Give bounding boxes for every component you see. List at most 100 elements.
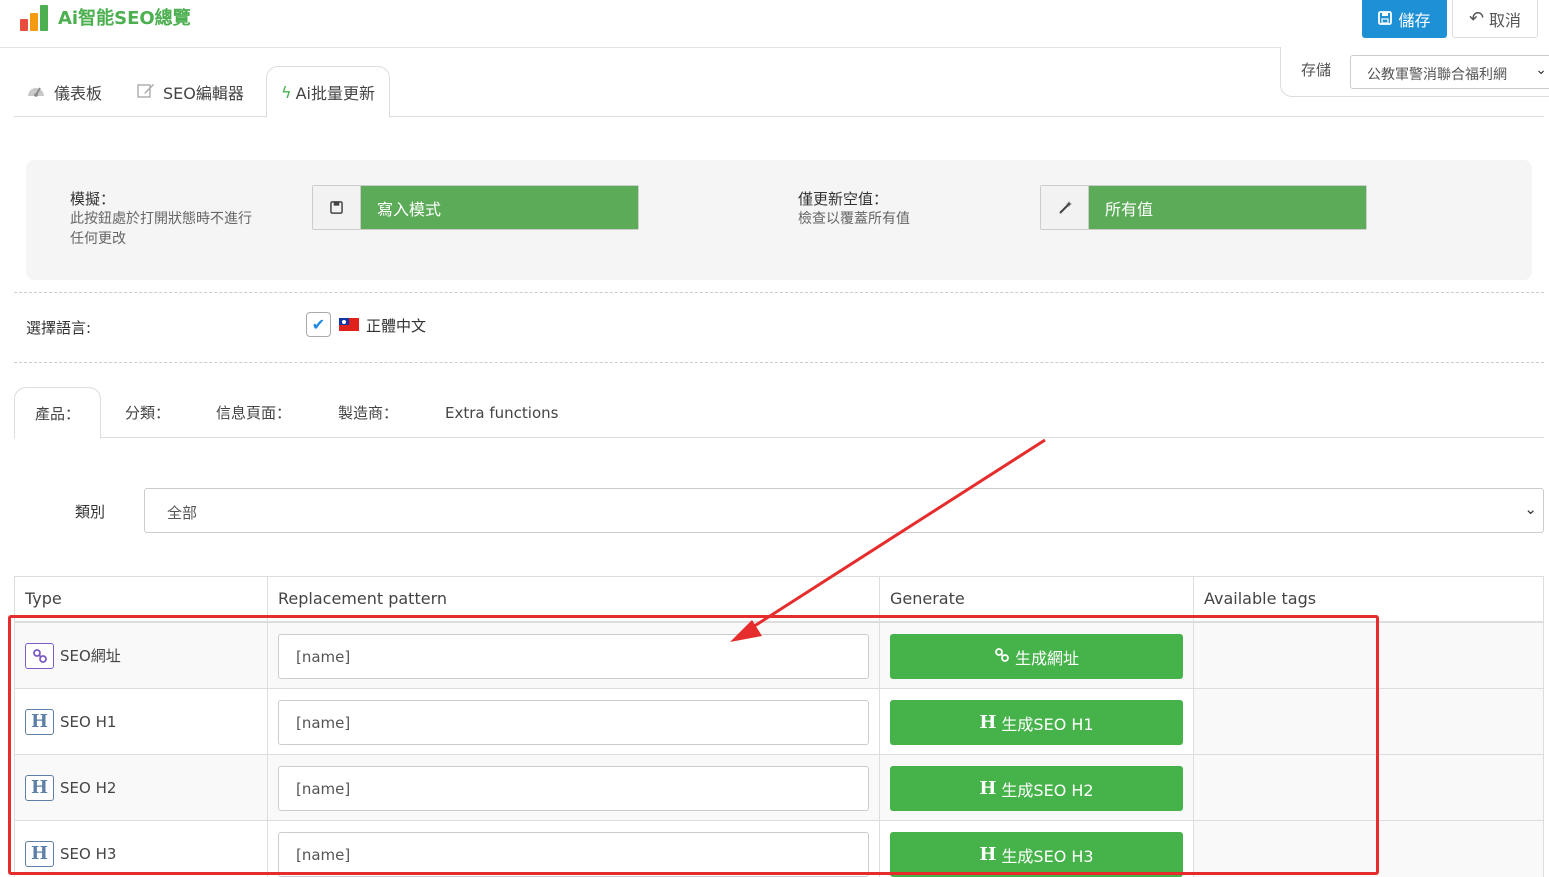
- link-icon: [25, 642, 54, 669]
- save-button[interactable]: 儲存: [1362, 0, 1447, 38]
- bolt-icon: ϟ: [281, 82, 292, 102]
- available-tags-cell: [1194, 821, 1543, 877]
- category-selected-value: 全部: [167, 504, 198, 522]
- tab-categories[interactable]: 分類：: [125, 387, 170, 438]
- dashboard-icon: [26, 82, 46, 102]
- app-header: Ai智能SEO總覽 儲存 ↶ 取消: [0, 0, 1549, 48]
- pattern-cell: [name]: [268, 689, 880, 754]
- table-row: H SEO H3 [name] H 生成SEO H3: [15, 821, 1543, 877]
- write-mode-toggle[interactable]: 寫入模式: [312, 185, 639, 230]
- table-row: H SEO H1 [name] H 生成SEO H1: [15, 689, 1543, 755]
- tab-extra-functions-label: Extra functions: [445, 403, 559, 422]
- app-logo: Ai智能SEO總覽: [20, 3, 191, 31]
- generate-cell: H 生成SEO H2: [880, 755, 1194, 820]
- settings-panel: 模擬： 此按鈕處於打開狀態時不進行 任何更改 寫入模式 僅更新空值： 檢查以覆蓋…: [26, 160, 1532, 280]
- pattern-cell: [name]: [268, 821, 880, 877]
- simulate-desc-line2: 任何更改: [70, 231, 126, 247]
- tab-dashboard-label: 儀表板: [54, 83, 103, 103]
- save-button-label: 儲存: [1398, 11, 1431, 30]
- type-cell: H SEO H3: [15, 821, 268, 877]
- undo-arrow-icon: ↶: [1468, 8, 1485, 29]
- language-checkbox[interactable]: ✔: [306, 312, 331, 337]
- tab-extra-functions[interactable]: Extra functions: [445, 387, 558, 438]
- tab-information-pages[interactable]: 信息頁面：: [216, 387, 291, 438]
- language-name: 正體中文: [366, 317, 427, 335]
- column-header-pattern: Replacement pattern: [268, 577, 880, 621]
- tab-seo-editor[interactable]: SEO編輯器: [137, 66, 244, 117]
- generate-button-label: 生成SEO H3: [1001, 846, 1094, 866]
- category-label: 類別: [75, 503, 106, 521]
- pattern-input[interactable]: [name]: [278, 700, 869, 745]
- generate-button-label: 生成網址: [1014, 648, 1079, 668]
- tab-manufacturers[interactable]: 製造商：: [338, 387, 398, 438]
- category-select[interactable]: 全部 ⌄: [144, 488, 1544, 533]
- generate-cell: H 生成SEO H3: [880, 821, 1194, 877]
- generate-button-label: 生成SEO H2: [1001, 780, 1094, 800]
- app-title: Ai智能SEO總覽: [58, 8, 191, 29]
- type-cell: H SEO H2: [15, 755, 268, 820]
- heading-h-icon: H: [25, 840, 54, 867]
- available-tags-cell: [1194, 755, 1543, 820]
- table-row: SEO網址 [name] 生成網址: [15, 623, 1543, 689]
- generate-cell: H 生成SEO H1: [880, 689, 1194, 754]
- pattern-input[interactable]: [name]: [278, 634, 869, 679]
- heading-h-icon: H: [979, 778, 997, 799]
- generate-h2-button[interactable]: H 生成SEO H2: [890, 766, 1183, 811]
- chevron-down-icon: ⌄: [1524, 500, 1537, 518]
- write-mode-label: 寫入模式: [361, 186, 638, 229]
- cancel-button-label: 取消: [1489, 10, 1522, 30]
- table-header: Type Replacement pattern Generate Availa…: [15, 577, 1543, 623]
- divider: [14, 362, 1544, 363]
- generate-url-button[interactable]: 生成網址: [890, 634, 1183, 679]
- column-header-generate: Generate: [880, 577, 1194, 621]
- divider: [14, 292, 1544, 293]
- bar-chart-logo-icon: [20, 3, 50, 31]
- pattern-input[interactable]: [name]: [278, 766, 869, 811]
- type-cell: H SEO H1: [15, 689, 268, 754]
- generate-h3-button[interactable]: H 生成SEO H3: [890, 832, 1183, 877]
- tab-information-pages-label: 信息頁面：: [216, 404, 292, 422]
- tab-ai-batch-update[interactable]: ϟ Ai批量更新: [266, 66, 390, 118]
- edit-icon: [137, 82, 155, 102]
- main-tab-bar: 儀表板 SEO編輯器 ϟ Ai批量更新: [14, 66, 1544, 118]
- type-label: SEO H3: [60, 844, 117, 863]
- type-cell: SEO網址: [15, 623, 268, 688]
- checkmark-icon: ✔: [311, 315, 326, 334]
- tab-ai-batch-update-label: Ai批量更新: [295, 84, 375, 103]
- tab-dashboard[interactable]: 儀表板: [26, 66, 102, 117]
- generate-button-label: 生成SEO H1: [1001, 714, 1094, 734]
- cancel-button[interactable]: ↶ 取消: [1452, 0, 1538, 38]
- floppy-disk-icon: [313, 186, 361, 229]
- language-label: 選擇語言:: [26, 319, 92, 337]
- available-tags-cell: [1194, 689, 1543, 754]
- all-values-toggle[interactable]: 所有值: [1040, 185, 1367, 230]
- pattern-cell: [name]: [268, 623, 880, 688]
- column-header-type: Type: [15, 577, 268, 621]
- column-header-available-tags: Available tags: [1204, 589, 1317, 608]
- heading-h-icon: H: [25, 774, 54, 801]
- tab-products[interactable]: 產品：: [14, 387, 102, 439]
- magic-wand-icon: [1041, 186, 1089, 229]
- heading-h-icon: H: [979, 712, 997, 733]
- generate-h1-button[interactable]: H 生成SEO H1: [890, 700, 1183, 745]
- seo-pattern-table: Type Replacement pattern Generate Availa…: [14, 576, 1544, 877]
- heading-h-icon: H: [979, 844, 997, 865]
- tab-manufacturers-label: 製造商：: [338, 404, 399, 422]
- tab-products-label: 產品：: [35, 404, 81, 423]
- type-label: SEO H2: [60, 778, 117, 797]
- floppy-disk-icon: [1378, 10, 1393, 29]
- type-label: SEO網址: [60, 647, 121, 665]
- tab-seo-editor-label: SEO編輯器: [163, 83, 244, 103]
- type-label: SEO H1: [60, 712, 117, 731]
- simulate-title: 模擬：: [70, 190, 116, 208]
- all-values-label: 所有值: [1089, 186, 1366, 229]
- generate-cell: 生成網址: [880, 623, 1194, 688]
- only-empty-desc: 檢查以覆蓋所有值: [798, 211, 910, 227]
- pattern-input[interactable]: [name]: [278, 832, 869, 877]
- pattern-cell: [name]: [268, 755, 880, 820]
- only-empty-title: 僅更新空值：: [798, 190, 889, 208]
- heading-h-icon: H: [25, 708, 54, 735]
- tab-categories-label: 分類：: [125, 404, 171, 422]
- link-icon: [994, 647, 1010, 667]
- table-row: H SEO H2 [name] H 生成SEO H2: [15, 755, 1543, 821]
